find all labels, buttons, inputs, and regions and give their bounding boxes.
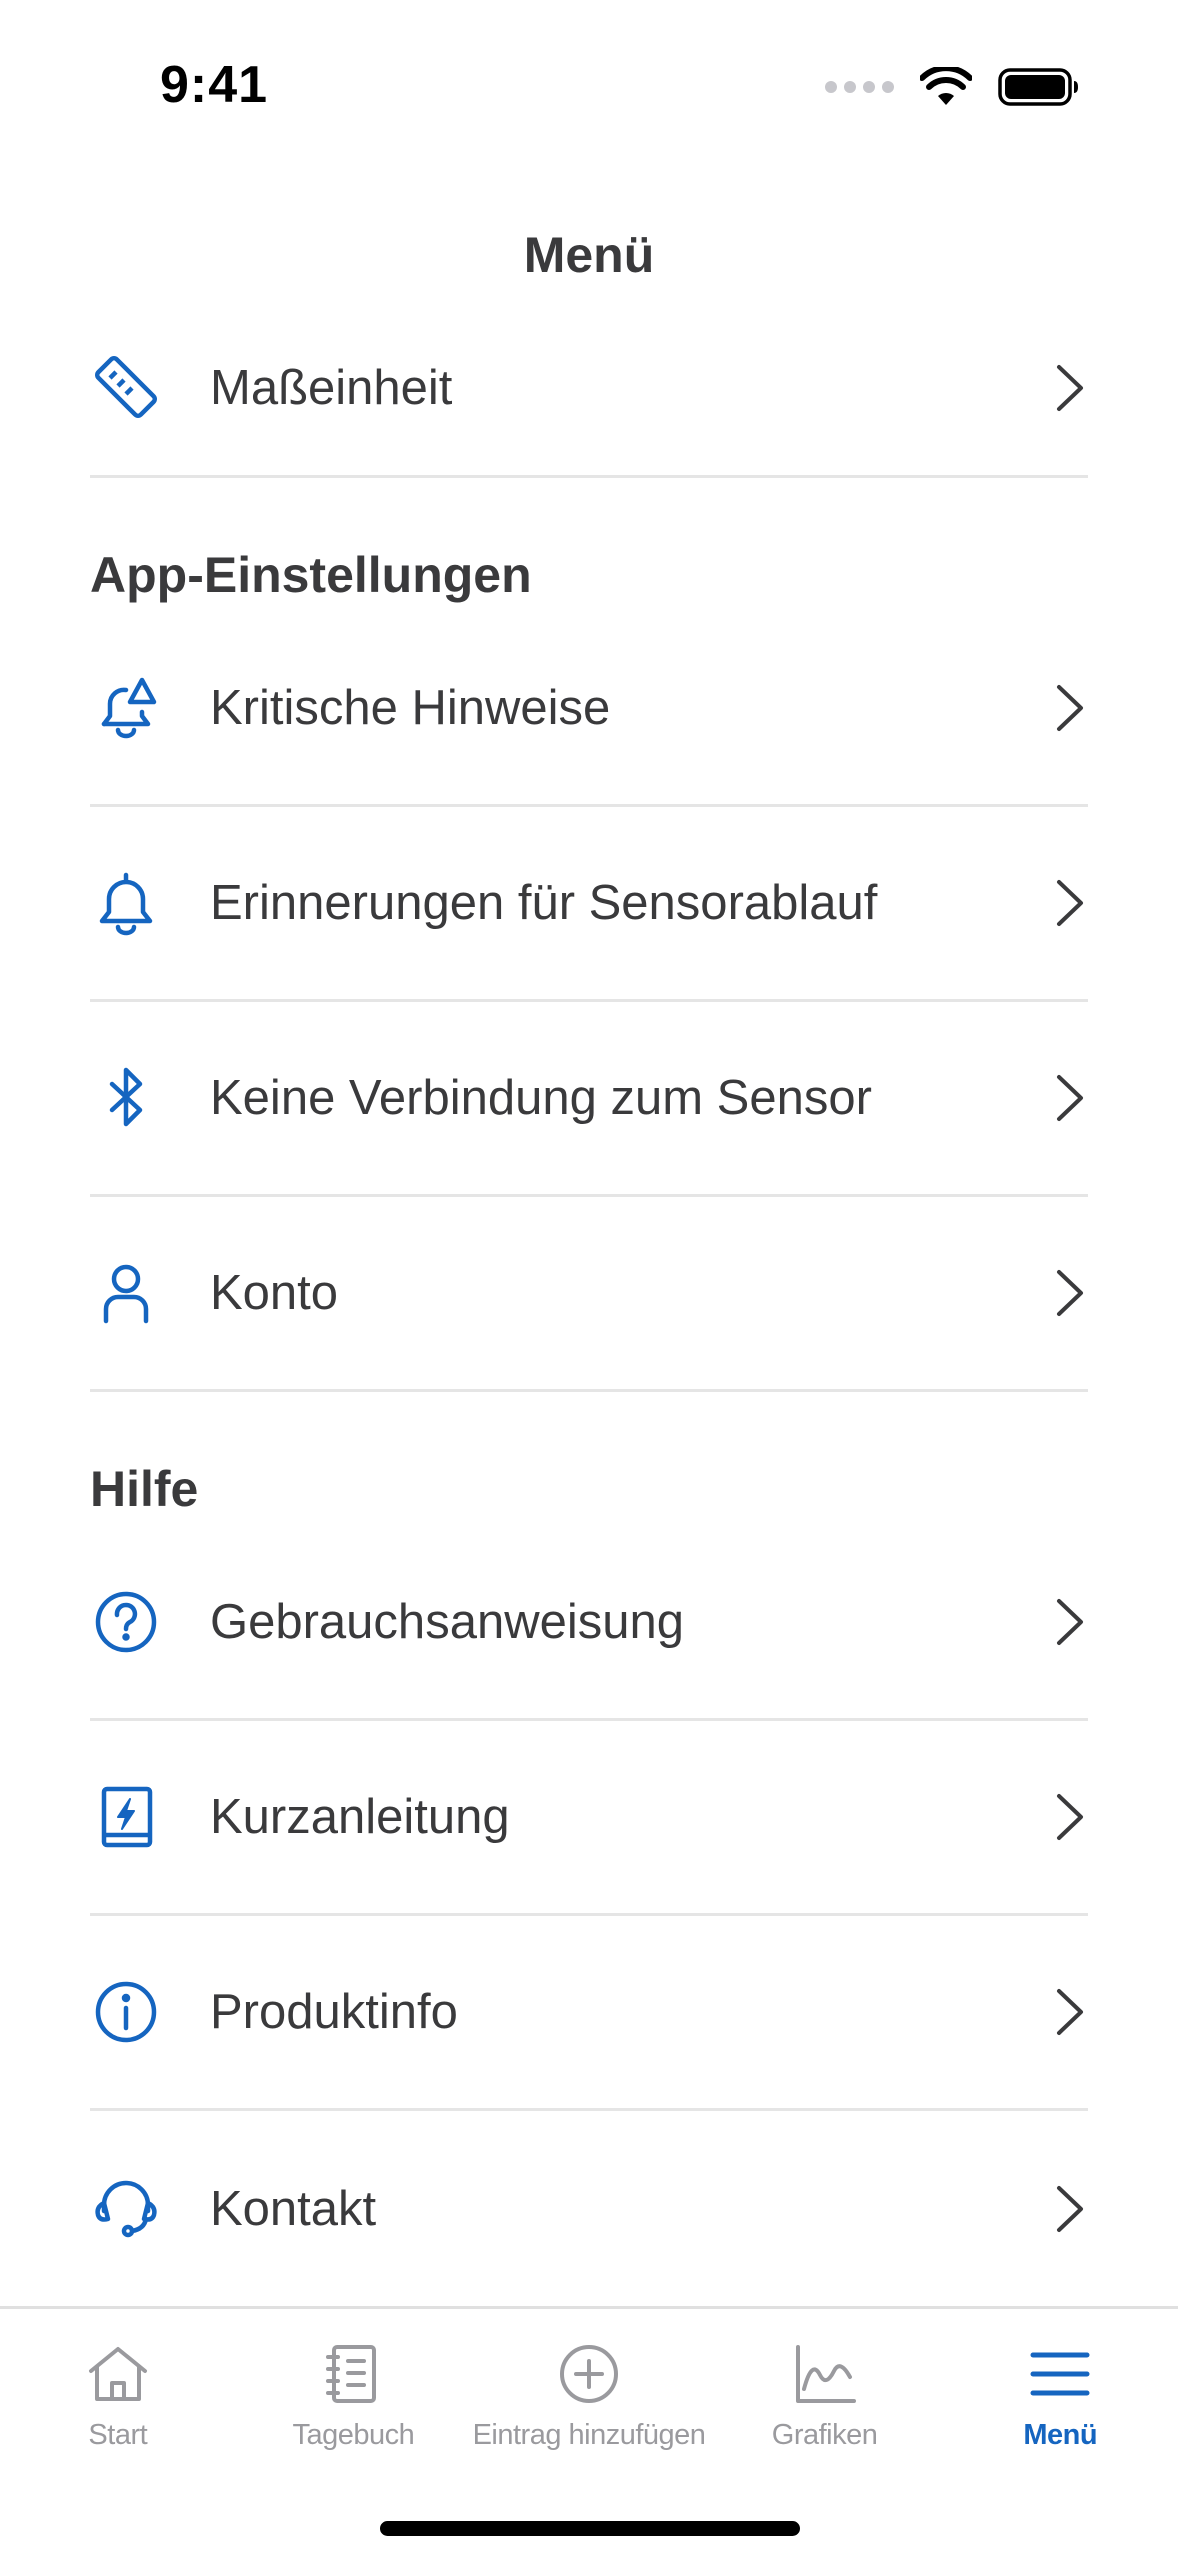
status-icons	[825, 62, 1080, 112]
page-title: Menü	[523, 227, 655, 283]
menu-item-instructions-for-use[interactable]: Gebrauchsanweisung	[90, 1526, 1088, 1721]
menu-item-label: Erinnerungen für Sensorablauf	[210, 876, 878, 930]
headset-icon	[90, 2173, 162, 2245]
logbook-icon	[320, 2341, 386, 2407]
chevron-right-icon	[1052, 681, 1088, 735]
menu-item-contact[interactable]: Kontakt	[90, 2111, 1088, 2306]
chevron-right-icon	[1052, 1266, 1088, 1320]
tab-label: Grafiken	[771, 2419, 878, 2451]
home-icon	[85, 2341, 151, 2407]
chevron-right-icon	[1052, 876, 1088, 930]
chevron-right-icon	[1052, 1071, 1088, 1125]
tab-label: Eintrag hinzufügen	[472, 2419, 706, 2451]
status-time: 9:41	[160, 56, 269, 114]
menu-item-no-sensor-connection[interactable]: Keine Verbindung zum Sensor	[90, 1002, 1088, 1197]
menu-item-quick-guide[interactable]: Kurzanleitung	[90, 1721, 1088, 1916]
menu-item-unit[interactable]: Maßeinheit	[90, 300, 1088, 478]
add-circle-icon	[556, 2341, 622, 2407]
menu-item-label: Maßeinheit	[210, 360, 453, 415]
menu-item-product-info[interactable]: Produktinfo	[90, 1916, 1088, 2111]
menu-item-label: Gebrauchsanweisung	[210, 1595, 684, 1649]
status-bar: 9:41	[0, 0, 1178, 175]
chevron-right-icon	[1052, 1985, 1088, 2039]
tab-label: Start	[88, 2419, 148, 2451]
tab-add-entry[interactable]: Eintrag hinzufügen	[471, 2309, 707, 2479]
menu-item-label: Kurzanleitung	[210, 1790, 510, 1844]
tab-logbook[interactable]: Tagebuch	[236, 2309, 472, 2479]
info-circle-icon	[90, 1976, 162, 2048]
ruler-icon	[90, 352, 162, 424]
menu-list: Maßeinheit App-Einstellungen Kritische H…	[0, 300, 1178, 2306]
menu-item-critical-alerts[interactable]: Kritische Hinweise	[90, 612, 1088, 807]
quick-guide-book-icon	[90, 1781, 162, 1853]
chevron-right-icon	[1052, 361, 1088, 415]
tab-start[interactable]: Start	[0, 2309, 236, 2479]
cellular-signal-icon	[825, 81, 894, 93]
tab-label: Menü	[1023, 2419, 1098, 2451]
user-icon	[90, 1257, 162, 1329]
menu-screen: 9:41 Menü Maßeinheit App-Einstellungen K…	[0, 0, 1178, 2556]
menu-icon	[1027, 2341, 1093, 2407]
menu-item-label: Produktinfo	[210, 1985, 458, 2039]
tab-bar: Start Tagebuch Eintrag hinzufügen Grafik…	[0, 2306, 1178, 2556]
menu-item-account[interactable]: Konto	[90, 1197, 1088, 1392]
chevron-right-icon	[1052, 1595, 1088, 1649]
tab-label: Tagebuch	[292, 2419, 415, 2451]
menu-item-sensor-expiry-reminders[interactable]: Erinnerungen für Sensorablauf	[90, 807, 1088, 1002]
bell-icon	[90, 867, 162, 939]
chevron-right-icon	[1052, 1790, 1088, 1844]
chevron-right-icon	[1052, 2182, 1088, 2236]
battery-icon	[998, 68, 1078, 106]
question-circle-icon	[90, 1586, 162, 1658]
section-header-app-settings: App-Einstellungen	[90, 547, 532, 603]
menu-item-label: Konto	[210, 1266, 339, 1320]
menu-item-label: Keine Verbindung zum Sensor	[210, 1071, 872, 1125]
bluetooth-icon	[90, 1062, 162, 1134]
menu-item-label: Kontakt	[210, 2181, 377, 2236]
home-indicator[interactable]	[380, 2521, 800, 2536]
tab-charts[interactable]: Grafiken	[707, 2309, 943, 2479]
bell-alert-icon	[90, 672, 162, 744]
chart-icon	[792, 2341, 858, 2407]
menu-item-label: Kritische Hinweise	[210, 681, 611, 735]
tab-menu[interactable]: Menü	[942, 2309, 1178, 2479]
section-header-help: Hilfe	[90, 1461, 199, 1517]
wifi-icon	[920, 67, 972, 105]
tab-list: Start Tagebuch Eintrag hinzufügen Grafik…	[0, 2309, 1178, 2479]
